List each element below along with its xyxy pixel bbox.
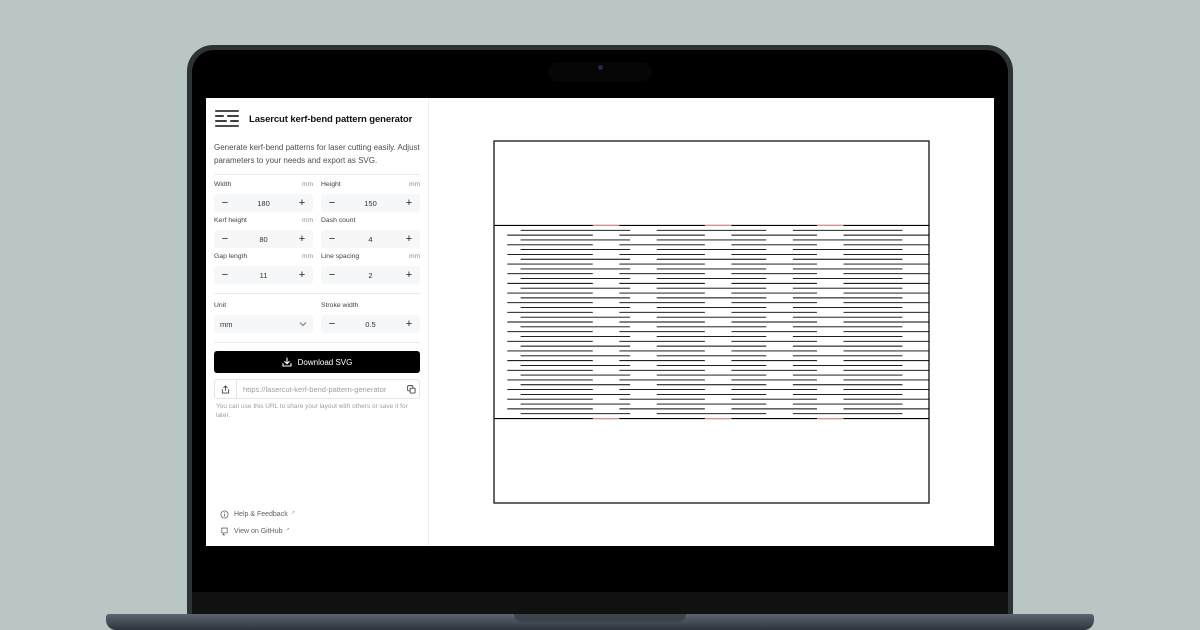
download-icon (282, 357, 292, 367)
sidebar: Lasercut kerf-bend pattern generator Gen… (206, 98, 429, 546)
dash-count-value[interactable]: 4 (368, 235, 372, 244)
unit-select[interactable]: mm (214, 315, 313, 333)
height-field: Height mm − 150 + (321, 181, 420, 212)
gap-length-unit: mm (302, 253, 313, 260)
kerf-height-stepper: − 80 + (214, 230, 313, 248)
help-feedback-label: Help & Feedback (234, 511, 288, 518)
share-url-row (214, 379, 420, 399)
unit-select-value: mm (220, 319, 233, 329)
share-url-input[interactable] (237, 384, 403, 394)
dash-count-increment-button[interactable]: + (402, 233, 416, 245)
divider (214, 342, 420, 343)
line-spacing-field: Line spacing mm − 2 + (321, 253, 420, 284)
width-field: Width mm − 180 + (214, 181, 313, 212)
kerf-pattern-preview (493, 140, 930, 504)
width-increment-button[interactable]: + (295, 197, 309, 209)
share-button[interactable] (215, 380, 237, 398)
app-header: Lasercut kerf-bend pattern generator (214, 106, 420, 132)
dash-count-label: Dash count (321, 217, 356, 224)
kerf-pattern-logo-icon (215, 110, 239, 127)
share-icon (221, 384, 230, 394)
chevron-down-icon (299, 322, 307, 327)
height-label: Height (321, 181, 341, 188)
width-value[interactable]: 180 (257, 199, 270, 208)
screen-chin (192, 592, 1008, 615)
stroke-width-value[interactable]: 0.5 (365, 320, 375, 329)
kerf-height-label: Kerf height (214, 217, 247, 224)
kerf-height-field: Kerf height mm − 80 + (214, 217, 313, 248)
stroke-width-decrement-button[interactable]: − (325, 318, 339, 330)
camera-icon (598, 65, 603, 70)
pattern-preview-area (430, 98, 994, 546)
view-on-github-label: View on GitHub (234, 528, 283, 535)
share-url-hint: You can use this URL to share your layou… (216, 403, 408, 419)
gap-length-increment-button[interactable]: + (295, 269, 309, 281)
view-on-github-link[interactable]: View on GitHub ↗ (220, 523, 295, 540)
stroke-width-label: Stroke width (321, 302, 359, 309)
width-decrement-button[interactable]: − (218, 197, 232, 209)
kerf-height-unit: mm (302, 217, 313, 224)
width-label: Width (214, 181, 232, 188)
divider (214, 174, 420, 175)
gap-length-stepper: − 11 + (214, 266, 313, 284)
kerf-height-increment-button[interactable]: + (295, 233, 309, 245)
line-spacing-decrement-button[interactable]: − (325, 269, 339, 281)
footer-links: Help & Feedback ↗ View on GitHub ↗ (220, 506, 295, 540)
laptop-base-groove (514, 614, 686, 622)
line-spacing-label: Line spacing (321, 253, 360, 260)
external-link-icon: ↗ (290, 509, 295, 516)
unit-label: Unit (214, 302, 227, 309)
height-unit: mm (409, 181, 420, 188)
kerf-height-decrement-button[interactable]: − (218, 233, 232, 245)
stroke-width-field: Stroke width − 0.5 + (321, 302, 420, 333)
height-value[interactable]: 150 (364, 199, 377, 208)
help-feedback-link[interactable]: Help & Feedback ↗ (220, 506, 295, 523)
output-fields: Unit mm Stroke width − 0.5 + (214, 302, 420, 333)
app-screen: Lasercut kerf-bend pattern generator Gen… (206, 98, 994, 546)
height-stepper: − 150 + (321, 194, 420, 212)
dash-count-stepper: − 4 + (321, 230, 420, 248)
line-spacing-increment-button[interactable]: + (402, 269, 416, 281)
gap-length-field: Gap length mm − 11 + (214, 253, 313, 284)
dash-count-field: Dash count − 4 + (321, 217, 420, 248)
stroke-width-stepper: − 0.5 + (321, 315, 420, 333)
download-svg-label: Download SVG (297, 357, 353, 367)
unit-field: Unit mm (214, 302, 313, 333)
stroke-width-increment-button[interactable]: + (402, 318, 416, 330)
line-spacing-unit: mm (409, 253, 420, 260)
download-svg-button[interactable]: Download SVG (214, 351, 420, 373)
copy-icon (406, 384, 416, 394)
github-icon (221, 527, 228, 536)
divider (214, 293, 420, 294)
gap-length-decrement-button[interactable]: − (218, 269, 232, 281)
copy-url-button[interactable] (403, 380, 419, 398)
external-link-icon: ↗ (285, 526, 290, 533)
gap-length-value[interactable]: 11 (260, 271, 268, 280)
dash-count-decrement-button[interactable]: − (325, 233, 339, 245)
dimension-fields: Width mm − 180 + Height mm − 150 + Kerf he… (214, 181, 420, 284)
app-description: Generate kerf-bend patterns for laser cu… (214, 143, 420, 165)
kerf-height-value[interactable]: 80 (259, 235, 267, 244)
width-stepper: − 180 + (214, 194, 313, 212)
width-unit: mm (302, 181, 313, 188)
info-circle-icon (220, 510, 229, 519)
line-spacing-stepper: − 2 + (321, 266, 420, 284)
height-increment-button[interactable]: + (402, 197, 416, 209)
app-title: Lasercut kerf-bend pattern generator (249, 113, 413, 125)
gap-length-label: Gap length (214, 253, 248, 260)
height-decrement-button[interactable]: − (325, 197, 339, 209)
line-spacing-value[interactable]: 2 (368, 271, 372, 280)
